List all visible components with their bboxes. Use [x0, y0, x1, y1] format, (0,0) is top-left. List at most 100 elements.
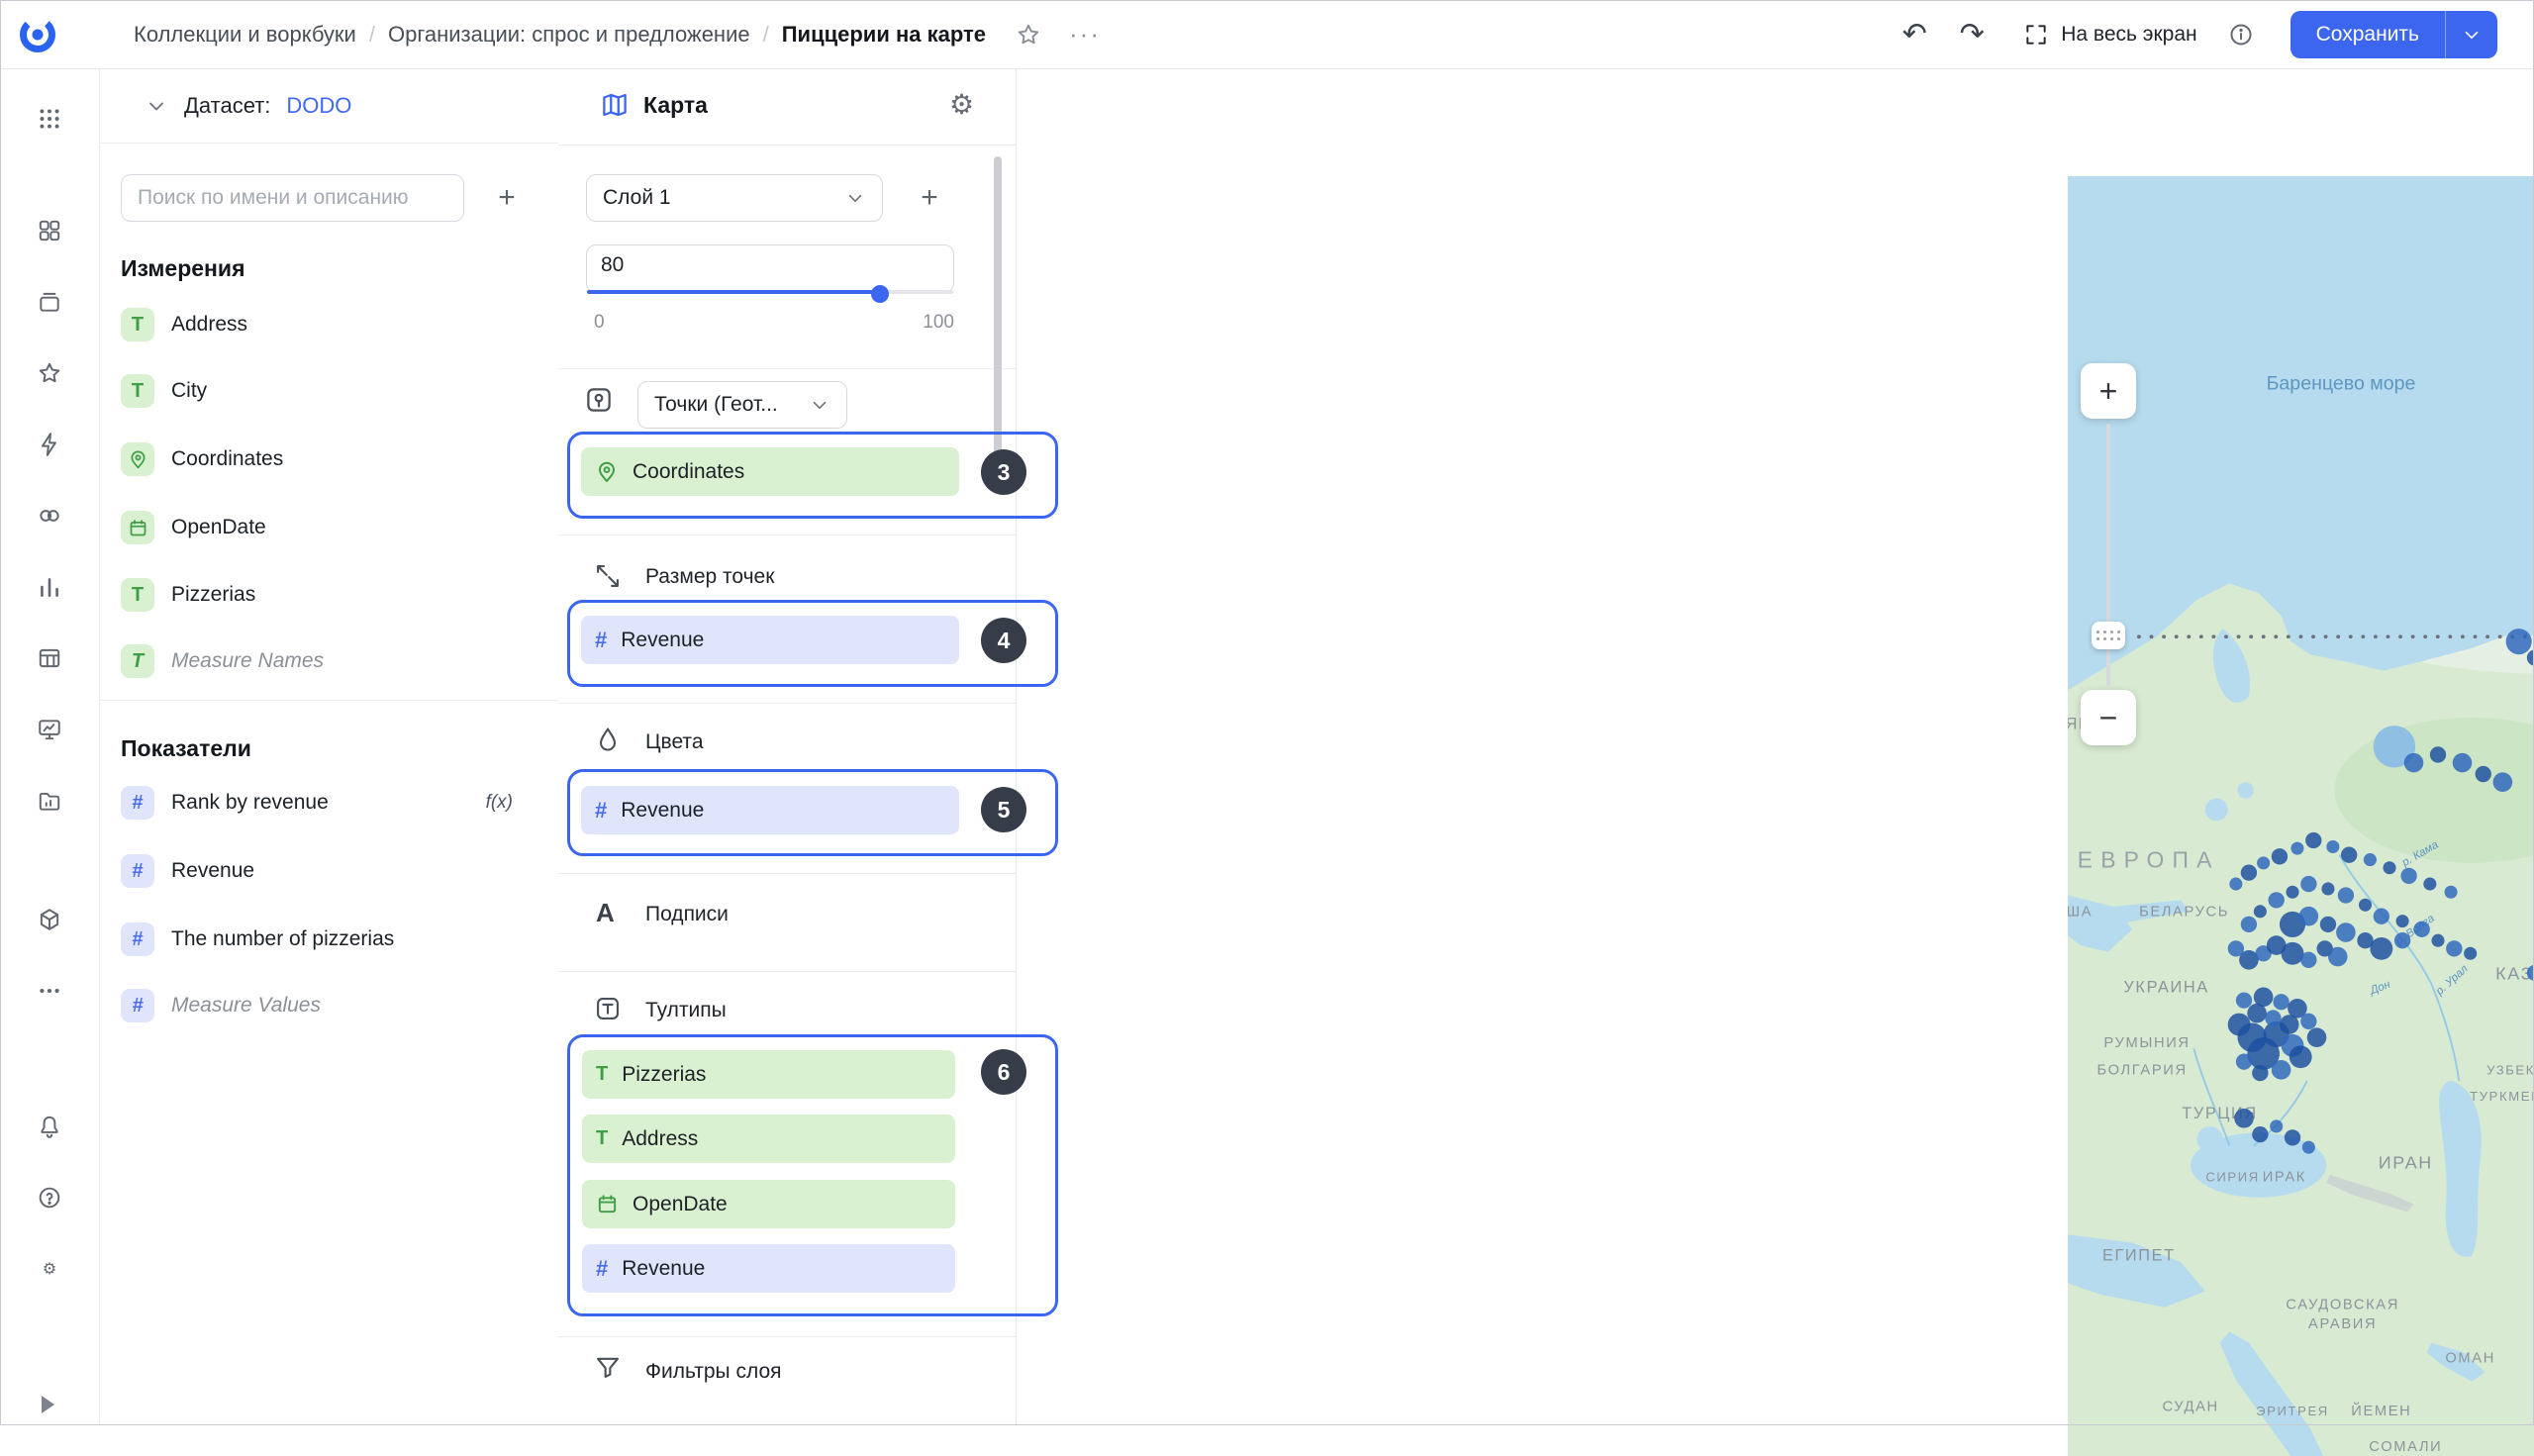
svg-text:СУДАН: СУДАН [2162, 1399, 2218, 1414]
size-field-chip[interactable]: # Revenue [581, 616, 959, 664]
field-pizzerias[interactable]: T Pizzerias [121, 573, 548, 617]
colors-field-chip[interactable]: # Revenue [581, 786, 959, 834]
annotation-badge-4: 4 [981, 618, 1026, 663]
datalens-logo-icon[interactable] [16, 13, 59, 56]
string-type-icon: T [121, 578, 154, 612]
charts-icon[interactable] [37, 574, 62, 600]
redo-icon[interactable]: ↷ [1950, 17, 1994, 51]
string-type-icon: T [121, 308, 154, 341]
dimensions-title: Измерения [121, 255, 245, 282]
field-opendate[interactable]: OpenDate [121, 506, 548, 549]
string-type-icon: T [121, 374, 154, 408]
editor-icon[interactable] [37, 432, 62, 457]
annotation-badge-6: 6 [981, 1049, 1026, 1095]
number-type-icon: # [121, 854, 154, 888]
opacity-max: 100 [885, 312, 954, 334]
connections-icon[interactable] [37, 503, 62, 529]
save-options-chevron[interactable] [2446, 11, 2497, 58]
breadcrumb-collections[interactable]: Коллекции и воркбуки [134, 22, 356, 48]
field-address[interactable]: T Address [121, 303, 548, 346]
divider [558, 703, 1016, 704]
collapse-panel-icon[interactable] [42, 1396, 54, 1413]
size-section-title: Размер точек [645, 565, 774, 589]
map-base: КарскоемореБаренцево моремореЛаптевыхОхо… [2068, 176, 2534, 1456]
chevron-down-icon [809, 394, 830, 416]
layer-select[interactable]: Слой 1 [586, 174, 883, 222]
breadcrumb-workbook[interactable]: Организации: спрос и предложение [388, 22, 750, 48]
labels-section-title: Подписи [645, 903, 729, 926]
divider [558, 368, 1016, 369]
opacity-handle[interactable] [871, 285, 889, 303]
geopoints-field-chip[interactable]: Coordinates [581, 447, 959, 496]
help-icon[interactable] [37, 1185, 62, 1211]
point-size-icon [594, 562, 622, 590]
svg-text:АРАВИЯ: АРАВИЯ [2308, 1316, 2377, 1332]
svg-text:Баренцево море: Баренцево море [2267, 373, 2416, 395]
collections-icon[interactable] [37, 289, 62, 315]
tooltip-field-opendate[interactable]: OpenDate [582, 1180, 955, 1228]
more-actions-icon[interactable]: ··· [1063, 13, 1107, 56]
field-coordinates[interactable]: Coordinates [121, 437, 548, 481]
tooltip-field-address[interactable]: T Address [582, 1115, 955, 1163]
svg-text:ИРАН: ИРАН [2379, 1152, 2433, 1172]
formula-icon: f(x) [486, 792, 513, 814]
dashboards-icon[interactable] [37, 717, 62, 742]
field-number-of-pizzerias[interactable]: # The number of pizzerias [121, 918, 548, 961]
field-measure-names[interactable]: T Measure Names [121, 639, 548, 683]
geopoint-type-icon [595, 460, 619, 484]
dataset-name-link[interactable]: DODO [286, 93, 351, 119]
svg-text:СОМАЛИ: СОМАЛИ [2369, 1439, 2442, 1455]
info-icon[interactable] [2219, 13, 2263, 56]
chart-header: Карта ⚙ [558, 68, 1016, 146]
svg-text:СИРИЯ: СИРИЯ [2205, 1169, 2259, 1184]
files-icon[interactable] [37, 788, 62, 814]
field-rank-by-revenue[interactable]: # Rank by revenue f(x) [121, 781, 548, 825]
settings-gear-icon[interactable]: ⚙ [43, 1259, 56, 1279]
services-icon[interactable] [37, 907, 62, 932]
map-canvas[interactable]: КарскоемореБаренцево моремореЛаптевыхОхо… [2068, 176, 2534, 1456]
string-type-icon: T [596, 1127, 608, 1150]
undo-icon[interactable]: ↶ [1893, 17, 1936, 51]
tooltip-field-pizzerias[interactable]: T Pizzerias [582, 1050, 955, 1099]
opacity-slider[interactable]: 80 [586, 244, 954, 293]
opacity-value: 80 [601, 253, 624, 277]
zoom-out-button[interactable]: − [2081, 690, 2136, 745]
divider [558, 534, 1016, 535]
svg-text:ИРАК: ИРАК [2263, 1169, 2306, 1185]
datasets-icon[interactable] [37, 645, 62, 671]
top-bar: Коллекции и воркбуки / Организации: спро… [0, 0, 2534, 69]
add-layer-button[interactable]: + [906, 174, 953, 222]
geotype-select[interactable]: Точки (Геот... [637, 381, 847, 429]
notifications-icon[interactable] [37, 1114, 62, 1139]
zoom-slider-handle[interactable] [2092, 622, 2125, 649]
chevron-down-icon [145, 94, 168, 118]
panel-scrollbar[interactable] [994, 156, 1002, 482]
breadcrumb-current: Пиццерии на карте [782, 22, 986, 48]
add-field-button[interactable]: + [483, 174, 531, 222]
favorite-star-icon[interactable] [1007, 13, 1050, 56]
more-icon[interactable] [37, 978, 62, 1004]
field-measure-values[interactable]: # Measure Values [121, 984, 548, 1027]
number-type-icon: # [121, 989, 154, 1022]
save-button[interactable]: Сохранить [2290, 11, 2445, 58]
fullscreen-button[interactable]: На весь экран [2023, 22, 2196, 48]
apps-menu-icon[interactable] [37, 106, 62, 132]
zoom-in-button[interactable]: + [2081, 363, 2136, 419]
string-type-icon: T [596, 1063, 608, 1086]
date-type-icon [596, 1193, 619, 1215]
favorites-icon[interactable] [37, 360, 62, 386]
number-type-icon: # [121, 922, 154, 956]
field-revenue[interactable]: # Revenue [121, 849, 548, 893]
svg-text:РУМЫНИЯ: РУМЫНИЯ [2103, 1035, 2190, 1051]
dataset-header[interactable]: Датасет: DODO [99, 68, 558, 144]
chart-gear-icon[interactable]: ⚙ [949, 88, 974, 121]
svg-text:ЙЕМЕН: ЙЕМЕН [2351, 1402, 2411, 1419]
dataset-panel: Датасет: DODO + Измерения T Address T Ci… [99, 68, 559, 1425]
chart-type-title[interactable]: Карта [643, 92, 708, 119]
divider [558, 873, 1016, 874]
search-input[interactable] [121, 174, 464, 222]
tooltip-field-revenue[interactable]: # Revenue [582, 1244, 955, 1293]
pages-icon[interactable] [37, 218, 62, 243]
field-city[interactable]: T City [121, 369, 548, 413]
string-type-icon: T [121, 644, 154, 678]
